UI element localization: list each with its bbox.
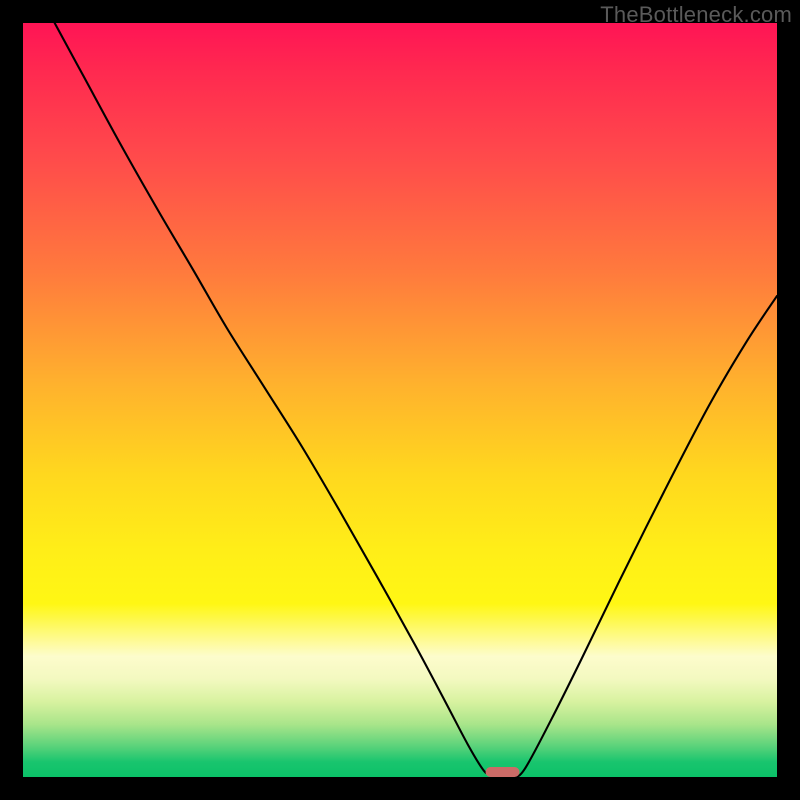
watermark-text: TheBottleneck.com — [600, 2, 792, 28]
bottleneck-curve — [55, 23, 777, 778]
chart-svg — [23, 23, 777, 777]
chart-container: TheBottleneck.com — [0, 0, 800, 800]
plot-area — [23, 23, 777, 777]
optimum-marker — [486, 767, 520, 777]
